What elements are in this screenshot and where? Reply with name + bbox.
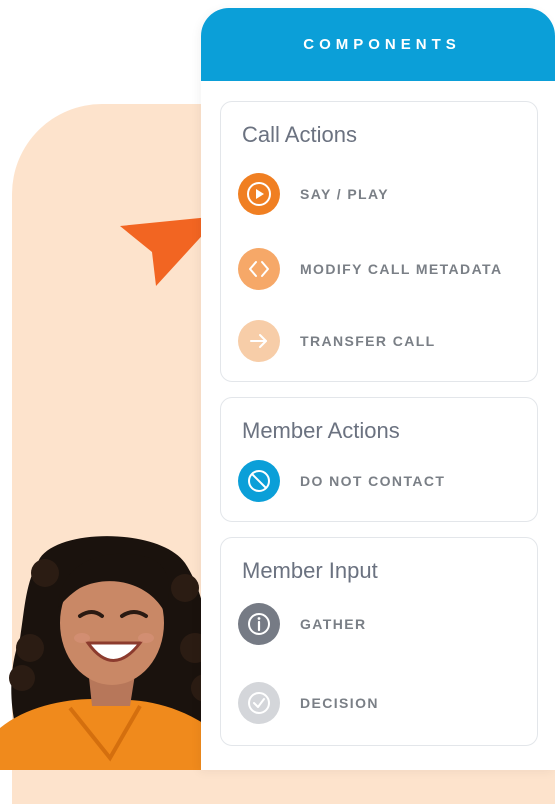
panel-header: COMPONENTS — [201, 8, 555, 81]
check-circle-icon — [238, 682, 280, 724]
section-title: Call Actions — [242, 122, 357, 147]
component-modify-call-metadata[interactable]: MODIFY CALL METADATA — [238, 247, 533, 291]
component-say-play[interactable]: SAY / PLAY — [238, 172, 533, 216]
component-gather[interactable]: GATHER — [238, 602, 533, 646]
prohibited-icon — [238, 460, 280, 502]
component-label: DECISION — [300, 695, 379, 711]
component-label: MODIFY CALL METADATA — [300, 261, 503, 277]
component-label: SAY / PLAY — [300, 186, 389, 202]
section-call-actions: Call Actions SAY / PLAY MODIFY CALL META… — [220, 101, 538, 382]
component-label: GATHER — [300, 616, 367, 632]
code-brackets-icon — [238, 248, 280, 290]
panel-title: COMPONENTS — [303, 36, 461, 53]
component-label: TRANSFER CALL — [300, 333, 436, 349]
component-decision[interactable]: DECISION — [238, 681, 533, 725]
arrow-right-icon — [238, 320, 280, 362]
play-icon — [238, 173, 280, 215]
info-icon — [238, 603, 280, 645]
component-label: DO NOT CONTACT — [300, 473, 446, 489]
component-do-not-contact[interactable]: DO NOT CONTACT — [238, 459, 533, 503]
section-member-input: Member Input GATHER DECISION — [220, 537, 538, 746]
section-member-actions: Member Actions DO NOT CONTACT — [220, 397, 538, 522]
section-title: Member Actions — [242, 418, 400, 443]
components-panel: COMPONENTS Call Actions SAY / PLAY MODIF… — [201, 8, 555, 770]
section-title: Member Input — [242, 558, 378, 583]
component-transfer-call[interactable]: TRANSFER CALL — [238, 319, 533, 363]
